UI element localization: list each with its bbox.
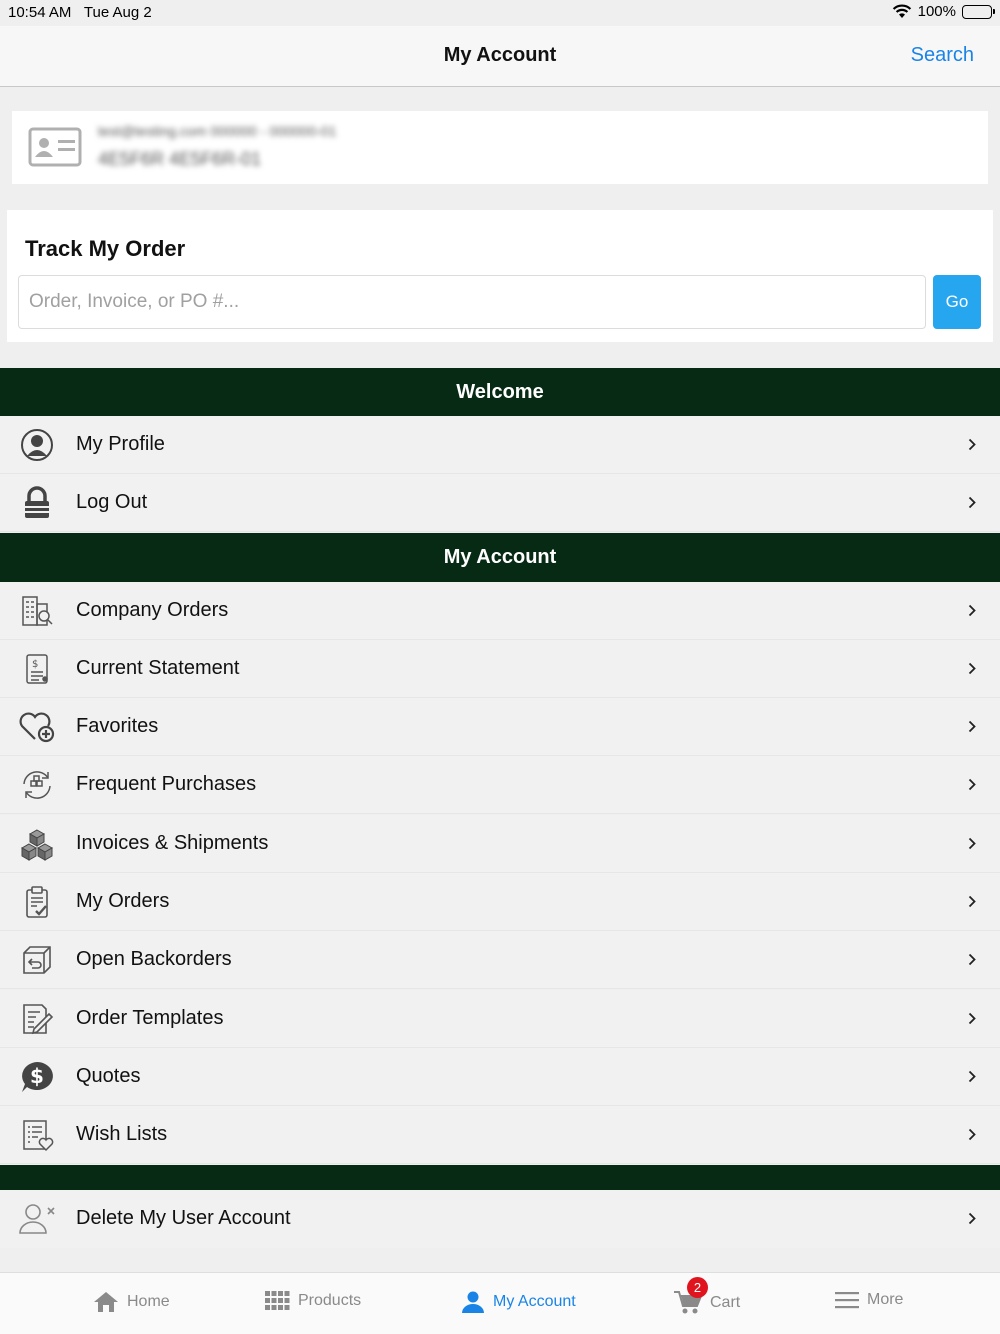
svg-text:$: $ bbox=[30, 1064, 44, 1088]
page-title: My Account bbox=[443, 44, 557, 66]
battery-percent: 100% bbox=[917, 3, 956, 20]
chevron-right-icon bbox=[968, 1212, 976, 1225]
chevron-right-icon bbox=[968, 837, 976, 850]
tab-cart[interactable]: 2 Cart bbox=[674, 1277, 741, 1315]
chevron-right-icon bbox=[968, 662, 976, 675]
menu-item-open-backorders[interactable]: Open Backorders bbox=[0, 931, 1000, 989]
account-email-line: test@testing.com 000000 - 000000-01 bbox=[98, 123, 337, 139]
status-time: 10:54 AM Tue Aug 2 bbox=[8, 4, 152, 21]
track-order-heading: Track My Order bbox=[25, 236, 186, 261]
tab-home[interactable]: Home bbox=[93, 1291, 170, 1313]
cart-icon-wrap: 2 bbox=[674, 1277, 708, 1315]
home-icon bbox=[94, 1292, 118, 1312]
tab-label: Cart bbox=[710, 1294, 741, 1311]
track-order-card: Track My Order Go bbox=[7, 210, 993, 342]
menu-item-delete-user-account[interactable]: Delete My User Account bbox=[0, 1190, 1000, 1248]
chevron-right-icon bbox=[968, 720, 976, 733]
status-right: 100% bbox=[892, 3, 995, 20]
account-number-line: 4E5F6R 4E5F6R-01 bbox=[98, 149, 262, 169]
menu-item-quotes[interactable]: $ Quotes bbox=[0, 1048, 1000, 1106]
menu-item-label: Log Out bbox=[76, 491, 148, 513]
status-bar: 10:54 AM Tue Aug 2 100% bbox=[0, 0, 1000, 26]
go-button[interactable]: Go bbox=[933, 275, 981, 329]
wifi-icon bbox=[892, 4, 911, 18]
menu-item-label: My Orders bbox=[76, 890, 170, 912]
search-button[interactable]: Search bbox=[911, 44, 974, 67]
track-order-input[interactable] bbox=[18, 275, 926, 329]
menu-item-label: Open Backorders bbox=[76, 948, 232, 970]
menu-item-label: Favorites bbox=[76, 715, 159, 737]
delete-user-icon bbox=[18, 1202, 56, 1236]
menu-item-wish-lists[interactable]: Wish Lists bbox=[0, 1106, 1000, 1164]
tab-products[interactable]: Products bbox=[265, 1291, 361, 1310]
template-edit-icon bbox=[18, 1002, 56, 1036]
tab-label: Products bbox=[298, 1291, 362, 1309]
chevron-right-icon bbox=[968, 895, 976, 908]
profile-icon bbox=[18, 428, 56, 462]
lock-icon bbox=[18, 486, 56, 520]
menu-item-label: Order Templates bbox=[76, 1007, 224, 1029]
company-orders-icon bbox=[18, 594, 56, 628]
person-icon bbox=[462, 1291, 484, 1313]
tab-label: My Account bbox=[493, 1293, 576, 1310]
nav-bar: My Account Search bbox=[0, 26, 1000, 87]
backorder-box-icon bbox=[18, 943, 56, 977]
frequent-purchases-icon bbox=[18, 768, 56, 802]
boxes-icon bbox=[18, 827, 56, 861]
tab-my-account[interactable]: My Account bbox=[461, 1291, 576, 1313]
battery-icon bbox=[962, 4, 995, 19]
statement-icon: $ bbox=[18, 652, 56, 686]
menu-item-my-profile[interactable]: My Profile bbox=[0, 416, 1000, 474]
menu-item-favorites[interactable]: Favorites bbox=[0, 698, 1000, 756]
menu-item-label: Invoices & Shipments bbox=[76, 832, 269, 854]
menu-item-invoices-shipments[interactable]: Invoices & Shipments bbox=[0, 815, 1000, 873]
menu-item-label: My Profile bbox=[76, 433, 165, 455]
menu-item-label: Delete My User Account bbox=[76, 1207, 291, 1229]
dollar-bubble-icon: $ bbox=[18, 1060, 56, 1094]
menu-item-current-statement[interactable]: $ Current Statement bbox=[0, 640, 1000, 698]
wishlist-icon bbox=[18, 1118, 56, 1152]
chevron-right-icon bbox=[968, 496, 976, 509]
chevron-right-icon bbox=[968, 438, 976, 451]
chevron-right-icon bbox=[968, 778, 976, 791]
tab-more[interactable]: More bbox=[835, 1291, 903, 1309]
id-card-icon bbox=[28, 127, 82, 167]
grid-icon bbox=[265, 1291, 290, 1310]
heart-plus-icon bbox=[18, 710, 56, 744]
welcome-section-header: Welcome bbox=[0, 368, 1000, 416]
menu-item-log-out[interactable]: Log Out bbox=[0, 474, 1000, 532]
tab-label: Home bbox=[127, 1293, 170, 1310]
chevron-right-icon bbox=[968, 953, 976, 966]
tab-bar: Home Products My Account 2 Cart More bbox=[0, 1272, 1000, 1334]
menu-item-company-orders[interactable]: Company Orders bbox=[0, 582, 1000, 640]
chevron-right-icon bbox=[968, 604, 976, 617]
menu-item-label: Current Statement bbox=[76, 657, 240, 679]
chevron-right-icon bbox=[968, 1070, 976, 1083]
account-card: test@testing.com 000000 - 000000-01 4E5F… bbox=[12, 111, 988, 184]
menu-item-frequent-purchases[interactable]: Frequent Purchases bbox=[0, 756, 1000, 814]
menu-icon bbox=[835, 1292, 859, 1309]
svg-text:$: $ bbox=[32, 659, 38, 670]
my-account-section-header: My Account bbox=[0, 533, 1000, 582]
section-divider bbox=[0, 1165, 1000, 1190]
chevron-right-icon bbox=[968, 1128, 976, 1141]
menu-item-label: Frequent Purchases bbox=[76, 773, 257, 795]
cart-badge: 2 bbox=[687, 1277, 708, 1298]
clipboard-check-icon bbox=[18, 885, 56, 919]
tab-label: More bbox=[867, 1291, 904, 1308]
menu-item-label: Wish Lists bbox=[76, 1123, 168, 1145]
menu-item-label: Quotes bbox=[76, 1065, 141, 1087]
menu-item-label: Company Orders bbox=[76, 599, 229, 621]
menu-item-order-templates[interactable]: Order Templates bbox=[0, 990, 1000, 1048]
menu-item-my-orders[interactable]: My Orders bbox=[0, 873, 1000, 931]
chevron-right-icon bbox=[968, 1012, 976, 1025]
